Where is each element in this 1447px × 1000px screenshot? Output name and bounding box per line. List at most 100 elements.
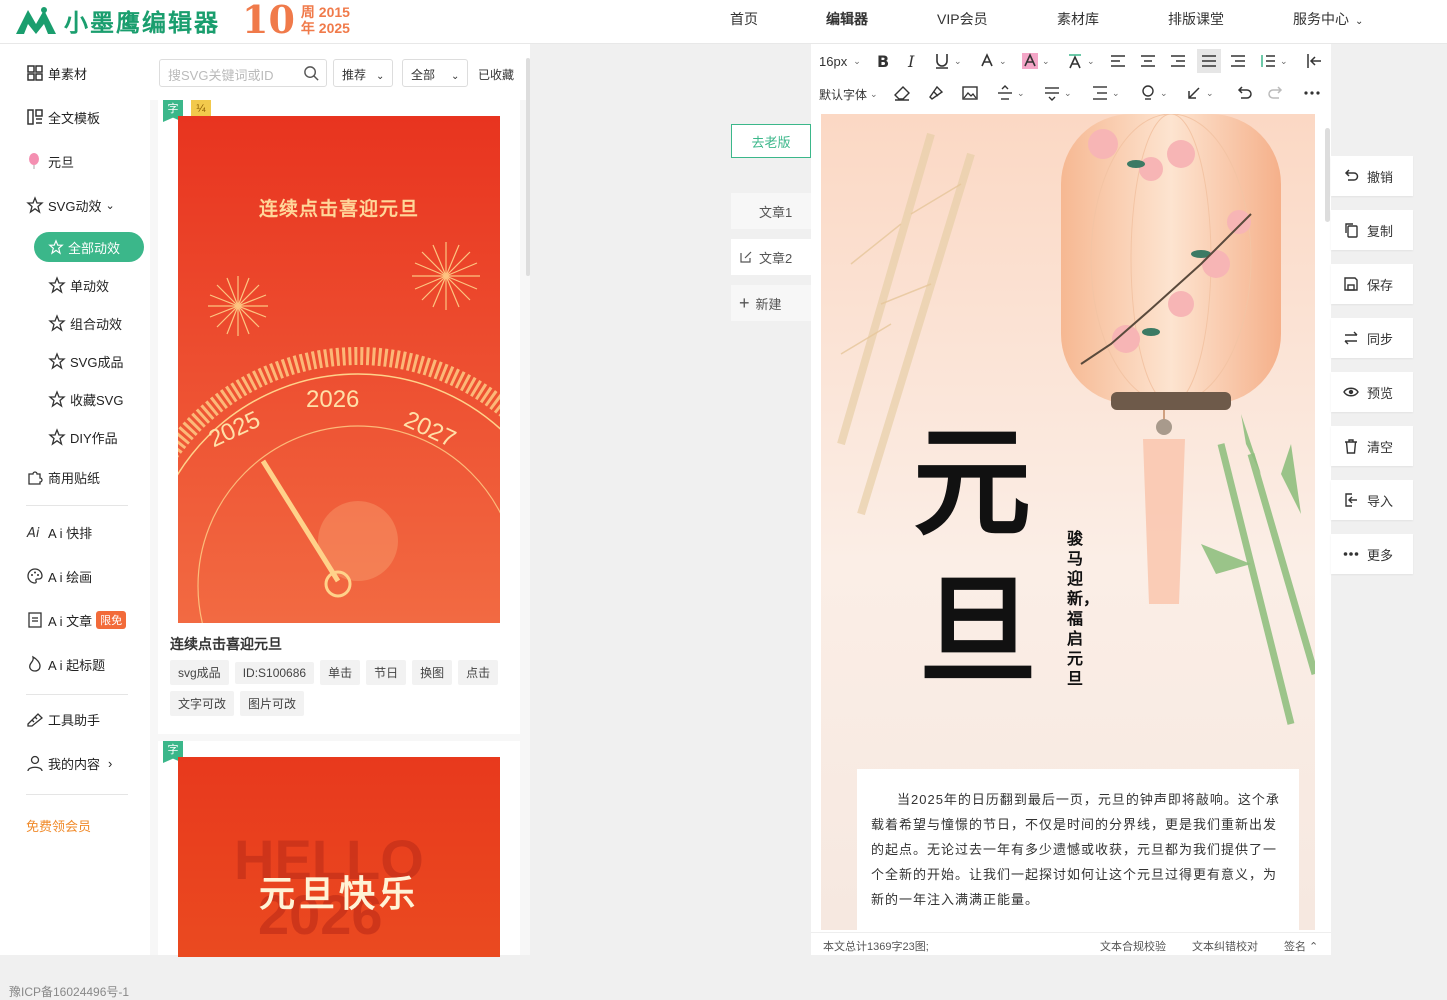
star-icon [48, 276, 66, 294]
sidebar-item-new-year[interactable]: 元旦 [26, 149, 74, 173]
card2-preview[interactable]: HELLO 2026 元旦快乐 [178, 757, 500, 957]
nav-vip[interactable]: VIP会员 [937, 0, 988, 38]
tag-chip[interactable]: 图片可改 [240, 691, 305, 716]
redo-button[interactable] [1267, 84, 1285, 102]
divider-button[interactable]: ⌄ [996, 84, 1025, 102]
sidebar-item-ai-title[interactable]: A i 起标题 [26, 652, 105, 676]
signature-button[interactable]: 签名 ⌃ [1284, 938, 1318, 954]
article-tab-1[interactable]: 文章1 [731, 193, 811, 229]
sidebar-item-full-template[interactable]: 全文模板 [26, 105, 100, 129]
align-center-button[interactable] [1139, 52, 1157, 70]
align-right-button[interactable] [1169, 52, 1187, 70]
sidebar-item-svg-product[interactable]: SVG成品 [48, 349, 123, 373]
font-size-select[interactable]: 16px ⌄ [819, 54, 861, 69]
paragraph-spacing-button[interactable]: ⌄ [1091, 84, 1120, 102]
image-button[interactable] [961, 84, 979, 102]
exit-button[interactable] [1305, 52, 1323, 70]
justify-button[interactable] [1197, 49, 1221, 73]
editor-scrollbar[interactable] [1325, 128, 1330, 222]
format-brush-button[interactable] [927, 84, 945, 102]
indent-button[interactable] [1229, 52, 1247, 70]
article-paragraph[interactable]: 当2025年的日历翻到最后一页，元旦的钟声即将敲响。这个承载着希望与憧憬的节日，… [857, 769, 1299, 930]
tag-chip[interactable]: ID:S100686 [234, 662, 315, 684]
chevron-down-icon: ⌄ [451, 71, 460, 82]
undo-action-button[interactable]: 撤销 [1331, 156, 1413, 196]
sort-select[interactable]: 推荐 ⌄ [333, 59, 394, 87]
underline-button[interactable]: ⌄ [933, 52, 962, 70]
tag-chip[interactable]: 单击 [320, 660, 361, 685]
nav-materials[interactable]: 素材库 [1057, 0, 1099, 38]
eye-icon [1343, 387, 1359, 397]
tag-chip[interactable]: 文字可改 [170, 691, 235, 716]
bold-button[interactable]: B [873, 52, 891, 70]
sidebar-item-fav-svg[interactable]: 收藏SVG [48, 387, 123, 411]
logo[interactable]: 小墨鹰编辑器 10 周 2015 年 2025 [14, 1, 350, 39]
more-button[interactable]: 更多 [1331, 534, 1413, 574]
search-input[interactable]: 搜SVG关键词或ID [159, 59, 327, 87]
align-left-button[interactable] [1109, 52, 1127, 70]
eraser-button[interactable] [893, 84, 911, 102]
nav-service[interactable]: 服务中心 ⌄ [1293, 0, 1363, 41]
font-family-select[interactable]: 默认字体 ⌄ [819, 86, 878, 103]
article-tab-2[interactable]: 文章2 [731, 239, 811, 275]
line-height-button[interactable]: ⌄ [1259, 52, 1288, 70]
line-height-icon [1261, 55, 1275, 67]
sidebar-item-single-effect[interactable]: 单动效 [48, 273, 109, 297]
material-card[interactable]: 字 HELLO 2026 元旦快乐 [158, 741, 520, 957]
sidebar-item-tools[interactable]: 工具助手 [26, 707, 100, 731]
material-card[interactable]: 字 ¼ 连续点击喜迎元旦 2025 2026 2027 连续点击喜迎元旦 svg… [158, 100, 520, 734]
nav-home[interactable]: 首页 [730, 0, 758, 38]
edit-icon [740, 251, 752, 263]
document-canvas[interactable]: 元 旦 骏马迎新，福启元旦 当2025年的日历翻到最后一页，元旦的钟声即将敲响。… [821, 114, 1315, 930]
italic-button[interactable]: I [903, 52, 921, 70]
panel-scrollbar[interactable] [526, 58, 530, 276]
more-tools-button[interactable] [1303, 84, 1321, 102]
sidebar-item-stickers[interactable]: 商用贴纸 [26, 465, 100, 489]
card1-preview[interactable]: 连续点击喜迎元旦 2025 2026 2027 [178, 116, 500, 623]
nav-editor[interactable]: 编辑器 [826, 0, 868, 38]
sidebar-item-ai-layout[interactable]: Ai A i 快排 [26, 520, 92, 544]
align-center-icon [1141, 55, 1155, 67]
bulb-button[interactable]: ⌄ [1139, 84, 1168, 102]
save-button[interactable]: 保存 [1331, 264, 1413, 304]
tag-chip[interactable]: svg成品 [170, 660, 229, 685]
sidebar-item-ai-article[interactable]: A i 文章 限免 [26, 608, 127, 632]
sidebar-item-all-effects[interactable]: 全部动效 [34, 232, 144, 262]
preview-button[interactable]: 预览 [1331, 372, 1413, 412]
sidebar-item-single-material[interactable]: 单素材 [26, 61, 87, 85]
nav-course[interactable]: 排版课堂 [1168, 0, 1224, 38]
card1-poster-title: 连续点击喜迎元旦 [258, 199, 419, 220]
chevron-down-icon: ⌄ [105, 199, 115, 212]
undo-button[interactable] [1235, 84, 1253, 102]
search-icon[interactable] [303, 65, 320, 82]
star-icon [48, 352, 66, 370]
free-vip-link[interactable]: 免费领会员 [26, 816, 91, 835]
sidebar-item-ai-draw[interactable]: A i 绘画 [26, 564, 92, 588]
new-article-button[interactable]: + 新建 [731, 285, 811, 321]
text-effect-button[interactable]: ⌄ [1066, 52, 1095, 70]
proofread-button[interactable]: 文本纠错校对 [1192, 938, 1258, 954]
tag-chip[interactable]: 节日 [366, 660, 407, 685]
old-version-button[interactable]: 去老版 [731, 124, 811, 158]
sidebar-item-diy[interactable]: DIY作品 [48, 425, 118, 449]
tag-chip[interactable]: 点击 [458, 660, 499, 685]
tag-chip[interactable]: 换图 [412, 660, 453, 685]
font-color-button[interactable]: ⌄ [978, 52, 1007, 70]
clear-button[interactable]: 清空 [1331, 426, 1413, 466]
arrow-button[interactable]: ⌄ [1185, 84, 1214, 102]
compliance-check-button[interactable]: 文本合规校验 [1100, 938, 1166, 954]
chevron-down-icon: ⌄ [1112, 87, 1120, 98]
category-select[interactable]: 全部 ⌄ [402, 59, 469, 87]
import-button[interactable]: 导入 [1331, 480, 1413, 520]
sidebar-item-svg-effects[interactable]: SVG动效 ⌄ [26, 193, 115, 217]
template-icon [27, 109, 43, 125]
highlight-button[interactable]: ⌄ [1021, 52, 1050, 70]
copy-button[interactable]: 复制 [1331, 210, 1413, 250]
sidebar-item-combo-effect[interactable]: 组合动效 [48, 311, 122, 335]
spacing-button[interactable]: ⌄ [1043, 84, 1072, 102]
align-left-icon [1111, 55, 1125, 67]
favorited-filter[interactable]: 已收藏 [478, 66, 514, 83]
icp-number[interactable]: 豫ICP备16024496号-1 [9, 983, 129, 1000]
sync-button[interactable]: 同步 [1331, 318, 1413, 358]
sidebar-item-my-content[interactable]: 我的内容 › [26, 751, 112, 775]
